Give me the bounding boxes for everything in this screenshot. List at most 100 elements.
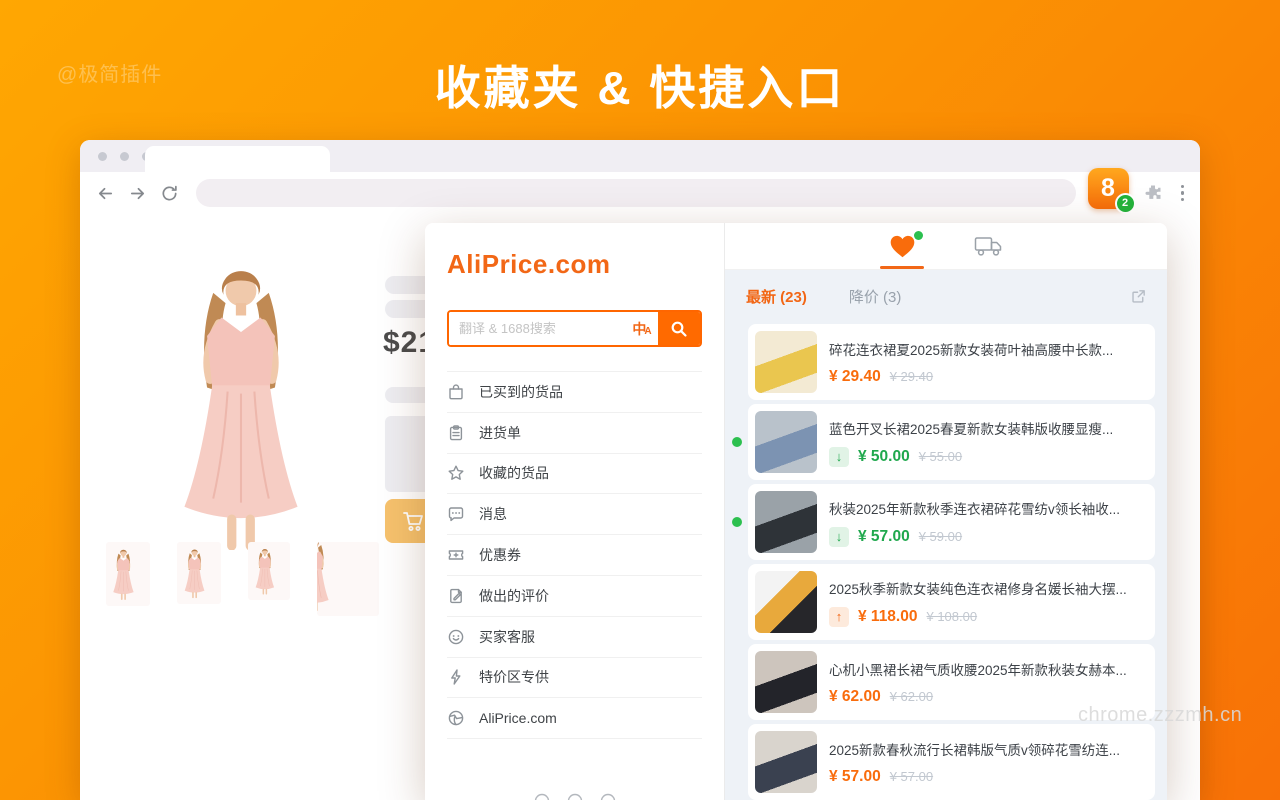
menu-item-label: 进货单 — [479, 423, 521, 443]
thumbnail-1[interactable] — [106, 542, 150, 606]
popup-menu-item[interactable]: 消息 — [447, 494, 702, 535]
forward-button[interactable] — [124, 180, 150, 206]
menu-item-label: 消息 — [479, 504, 507, 524]
reload-button[interactable] — [156, 180, 182, 206]
window-controls[interactable] — [98, 152, 151, 161]
extension-badge: 2 — [1115, 193, 1136, 214]
extension-popup: AliPrice.com 中A 已买到的货品 进货单 收藏的货品 消息 优 — [425, 223, 1167, 800]
favorites-subtabs: 最新 (23) 降价 (3) — [725, 270, 1167, 322]
current-price: ¥ 57.00 — [858, 528, 910, 546]
footer-icon[interactable] — [600, 793, 616, 800]
clipboard-icon — [447, 424, 465, 442]
old-price: ¥ 29.40 — [890, 369, 933, 384]
popup-menu-item[interactable]: 进货单 — [447, 413, 702, 454]
watermark-bottom-right: chrome.zzzmh.cn — [1078, 704, 1242, 727]
footer-icon[interactable] — [567, 793, 583, 800]
tab-favorites[interactable] — [889, 223, 916, 269]
popup-menu-item[interactable]: 买家客服 — [447, 617, 702, 658]
current-price: ¥ 50.00 — [858, 448, 910, 466]
tab-shipping[interactable] — [974, 223, 1004, 269]
browser-toolbar: 8 2 — [80, 172, 1200, 214]
thumbnail-2[interactable] — [177, 542, 221, 604]
extension-icon[interactable]: 8 2 — [1088, 168, 1129, 209]
product-card[interactable]: 秋装2025年新款秋季连衣裙碎花雪纺v领长袖收... ↓ ¥ 57.00 ¥ 5… — [748, 484, 1155, 560]
cart-icon — [401, 509, 425, 533]
trend-icon: ↓ — [829, 447, 849, 467]
popup-menu-item[interactable]: 收藏的货品 — [447, 454, 702, 495]
search-button[interactable] — [658, 312, 700, 345]
address-bar[interactable] — [196, 179, 1076, 207]
popup-menu-item[interactable]: 优惠券 — [447, 535, 702, 576]
heart-icon — [889, 234, 916, 259]
extension-icon-number: 8 — [1101, 174, 1115, 203]
aliprice-logo: AliPrice.com — [447, 249, 702, 280]
old-price: ¥ 59.00 — [919, 529, 962, 544]
menu-item-label: 特价区专供 — [479, 667, 549, 687]
menu-item-label: 收藏的货品 — [479, 463, 549, 483]
browser-menu-icon[interactable] — [1177, 181, 1189, 206]
product-title: 2025秋季新款女装纯色连衣裙修身名媛长袖大摆... — [829, 578, 1145, 598]
trend-icon: ↑ — [829, 607, 849, 627]
product-title: 秋装2025年新款秋季连衣裙碎花雪纺v领长袖收... — [829, 498, 1145, 518]
current-price: ¥ 57.00 — [829, 768, 881, 786]
menu-item-label: 买家客服 — [479, 627, 535, 647]
thumbnail-3[interactable] — [248, 542, 290, 600]
promo-canvas: @极简插件 收藏夹 & 快捷入口 8 2 — [0, 0, 1280, 800]
popup-menu-item[interactable]: AliPrice.com — [447, 698, 702, 739]
translate-icon[interactable]: 中A — [626, 312, 658, 345]
search-input[interactable] — [449, 312, 626, 345]
favorites-row: 蓝色开叉长裙2025春夏新款女装韩版收腰显瘦... ↓ ¥ 50.00 ¥ 55… — [748, 404, 1155, 480]
search-box: 中A — [447, 310, 702, 347]
favorites-header — [725, 223, 1167, 270]
product-card[interactable]: 蓝色开叉长裙2025春夏新款女装韩版收腰显瘦... ↓ ¥ 50.00 ¥ 55… — [748, 404, 1155, 480]
old-price: ¥ 55.00 — [919, 449, 962, 464]
product-thumbnail — [755, 411, 817, 473]
popup-menu-panel: AliPrice.com 中A 已买到的货品 进货单 收藏的货品 消息 优 — [425, 223, 725, 800]
subtab-price-drop[interactable]: 降价 (3) — [849, 286, 902, 307]
product-card[interactable]: 碎花连衣裙夏2025新款女装荷叶袖高腰中长款... ¥ 29.40 ¥ 29.4… — [748, 324, 1155, 400]
menu-item-label: 已买到的货品 — [479, 382, 563, 402]
product-title: 蓝色开叉长裙2025春夏新款女装韩版收腰显瘦... — [829, 418, 1145, 438]
product-title: 碎花连衣裙夏2025新款女装荷叶袖高腰中长款... — [829, 339, 1145, 359]
product-thumbnail — [755, 571, 817, 633]
thumbnail-strip — [106, 542, 379, 616]
browser-tab[interactable] — [145, 146, 330, 172]
globe-icon — [447, 709, 465, 727]
old-price: ¥ 62.00 — [890, 689, 933, 704]
footer-icon[interactable] — [534, 793, 550, 800]
product-thumbnail — [755, 651, 817, 713]
old-price: ¥ 57.00 — [890, 769, 933, 784]
extensions-puzzle-icon[interactable] — [1143, 183, 1163, 203]
menu-item-label: 优惠券 — [479, 545, 521, 565]
back-button[interactable] — [92, 180, 118, 206]
popup-footer-icons — [534, 793, 616, 800]
favorites-row: 碎花连衣裙夏2025新款女装荷叶袖高腰中长款... ¥ 29.40 ¥ 29.4… — [748, 324, 1155, 400]
product-card[interactable]: 2025秋季新款女装纯色连衣裙修身名媛长袖大摆... ↑ ¥ 118.00 ¥ … — [748, 564, 1155, 640]
popup-menu-item[interactable]: 已买到的货品 — [447, 372, 702, 413]
favorites-list: 碎花连衣裙夏2025新款女装荷叶袖高腰中长款... ¥ 29.40 ¥ 29.4… — [725, 322, 1167, 800]
popup-menu-item[interactable]: 特价区专供 — [447, 658, 702, 699]
current-price: ¥ 118.00 — [858, 608, 917, 626]
old-price: ¥ 108.00 — [926, 609, 977, 624]
unread-dot — [732, 437, 742, 447]
current-price: ¥ 62.00 — [829, 688, 881, 706]
service-icon — [447, 628, 465, 646]
product-thumbnail — [755, 491, 817, 553]
search-icon — [670, 320, 688, 338]
chat-icon — [447, 505, 465, 523]
coupon-icon — [447, 546, 465, 564]
favorites-row: 秋装2025年新款秋季连衣裙碎花雪纺v领长袖收... ↓ ¥ 57.00 ¥ 5… — [748, 484, 1155, 560]
popup-menu-item[interactable]: 做出的评价 — [447, 576, 702, 617]
current-price: ¥ 29.40 — [829, 368, 881, 386]
bag-icon — [447, 383, 465, 401]
product-title: 心机小黑裙长裙气质收腰2025年新款秋装女赫本... — [829, 659, 1145, 679]
product-card[interactable]: 2025新款春秋流行长裙韩版气质v领碎花雪纺连... ¥ 57.00 ¥ 57.… — [748, 724, 1155, 800]
unread-dot — [732, 517, 742, 527]
page-title: 收藏夹 & 快捷入口 — [0, 52, 1280, 118]
subtab-latest[interactable]: 最新 (23) — [746, 286, 807, 307]
product-thumbnail — [755, 331, 817, 393]
favorites-row: 2025秋季新款女装纯色连衣裙修身名媛长袖大摆... ↑ ¥ 118.00 ¥ … — [748, 564, 1155, 640]
thumbnail-4[interactable] — [317, 542, 379, 616]
open-in-new-icon[interactable] — [1130, 288, 1147, 305]
product-title: 2025新款春秋流行长裙韩版气质v领碎花雪纺连... — [829, 739, 1145, 759]
